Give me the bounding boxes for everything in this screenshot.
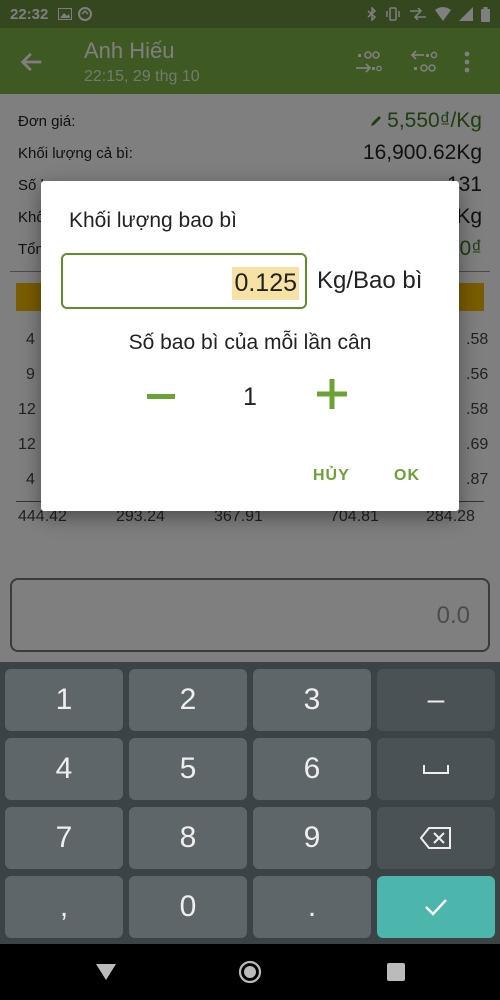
nav-recents-icon[interactable] [384,960,408,984]
key-5[interactable]: 5 [129,738,247,800]
key-8[interactable]: 8 [129,807,247,869]
nav-home-icon[interactable] [238,960,262,984]
backspace-icon [420,827,451,849]
key-6[interactable]: 6 [253,738,371,800]
navigation-bar [0,944,500,1000]
key-1[interactable]: 1 [5,669,123,731]
key-9[interactable]: 9 [253,807,371,869]
check-icon [425,899,447,916]
package-weight-unit: Kg/Bao bì [317,267,423,294]
key-backspace[interactable] [377,807,495,869]
package-weight-value: 0.125 [232,267,299,300]
numeric-keyboard: 1 2 3 – 4 5 6 7 8 9 , 0 . [0,662,500,944]
key-dot[interactable]: . [253,876,371,938]
packages-stepper-value: 1 [243,383,257,411]
space-icon [423,765,449,774]
ok-button[interactable]: OK [394,467,420,485]
key-0[interactable]: 0 [129,876,247,938]
packages-per-weighing-label: Số bao bì của mỗi lần cân [128,331,372,354]
key-7[interactable]: 7 [5,807,123,869]
key-done[interactable] [377,876,495,938]
package-weight-input[interactable]: 0.125 [61,253,307,309]
key-minus[interactable]: – [377,669,495,731]
key-4[interactable]: 4 [5,738,123,800]
plus-icon[interactable] [315,377,349,411]
key-space[interactable] [377,738,495,800]
key-3[interactable]: 3 [253,669,371,731]
key-2[interactable]: 2 [129,669,247,731]
package-weight-dialog: Khối lượng bao bì 0.125 Kg/Bao bì Số bao… [41,181,459,511]
cancel-button[interactable]: HỦY [313,467,350,485]
minus-icon[interactable] [141,379,181,415]
key-comma[interactable]: , [5,876,123,938]
nav-back-icon[interactable] [94,960,118,984]
dialog-title: Khối lượng bao bì [69,209,237,232]
